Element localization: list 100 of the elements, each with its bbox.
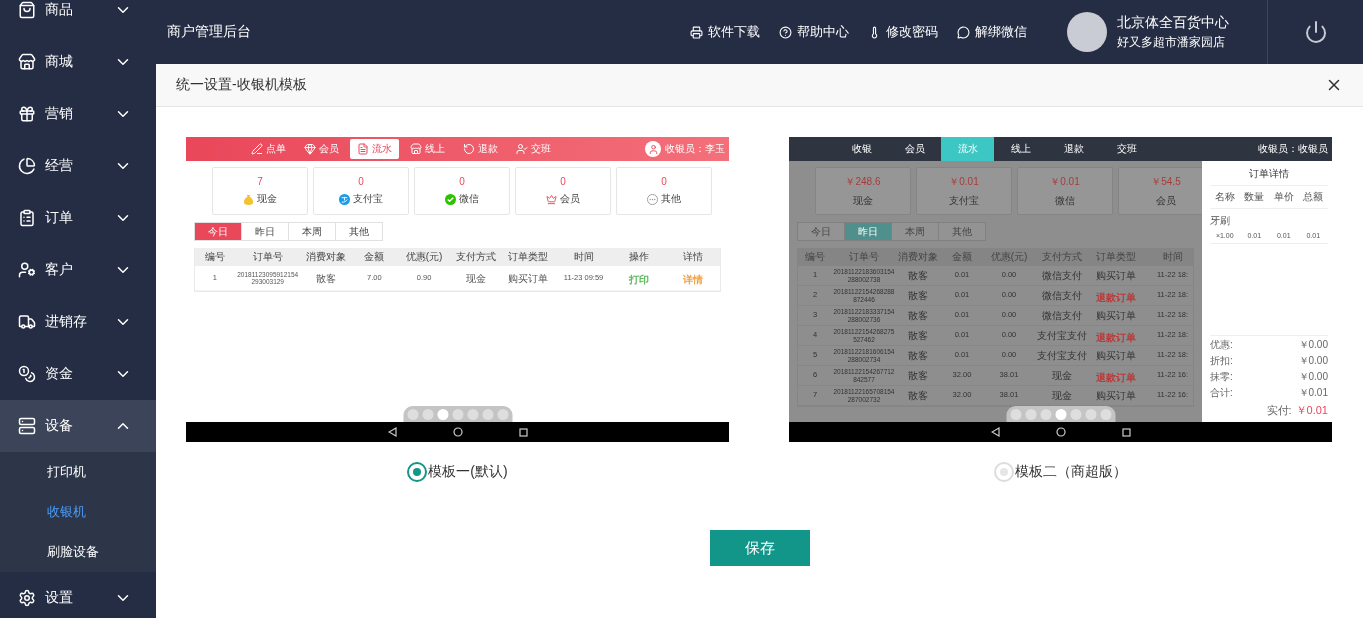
page-dot[interactable]	[482, 408, 493, 420]
column-header: 单价	[1272, 190, 1295, 204]
preview-nav-tab[interactable]: 会员	[888, 137, 941, 161]
total-label: 抹零:	[1210, 370, 1233, 384]
total-value: ￥0.00	[1298, 354, 1328, 368]
merchant-name: 北京体全百货中心	[1117, 13, 1229, 32]
preview-nav-tab[interactable]: 交班	[1100, 137, 1153, 161]
page-dot[interactable]	[452, 408, 463, 420]
table-cell: 退款订单	[1096, 331, 1136, 343]
table-cell-text: 微信支付	[1041, 310, 1083, 321]
table-cell-text: 购买订单	[506, 272, 549, 284]
template-radio[interactable]: 模板一(默认)	[407, 462, 508, 482]
payment-circle-icon	[339, 193, 350, 205]
page-dot[interactable]	[407, 408, 418, 420]
header-link[interactable]: 帮助中心	[779, 23, 849, 41]
page-dot[interactable]	[497, 408, 508, 420]
cashier-label: 收银员：收银员	[1258, 142, 1328, 156]
page-dot[interactable]	[1040, 408, 1051, 420]
total-value: ￥0.01	[1298, 386, 1328, 400]
submenu-item[interactable]: 收银机	[0, 492, 156, 532]
date-filter-tab[interactable]: 昨日	[844, 222, 892, 241]
sidebar-item[interactable]: 营销	[0, 88, 156, 140]
check-circle-icon	[445, 193, 456, 205]
page-dot[interactable]	[437, 408, 448, 420]
submenu-item[interactable]: 刷脸设备	[0, 532, 156, 572]
sidebar-item[interactable]: 经营	[0, 140, 156, 192]
stat-label: 支付宝	[949, 193, 979, 208]
column-header: 优惠(元)	[404, 250, 444, 264]
store-icon	[410, 143, 422, 155]
back-icon[interactable]	[990, 427, 1000, 437]
page-dot[interactable]	[422, 408, 433, 420]
page-dot[interactable]	[1070, 408, 1081, 420]
stat-label: 现金	[853, 193, 873, 208]
submenu-item[interactable]: 打印机	[0, 452, 156, 492]
table-cell-text: 散客	[907, 270, 929, 281]
table-cell-text: 散客	[907, 390, 929, 401]
date-filter-tab[interactable]: 昨日	[241, 222, 289, 241]
ellipsis-icon	[647, 193, 658, 205]
page-dot[interactable]	[1100, 408, 1111, 420]
power-button[interactable]	[1303, 20, 1328, 44]
preview-nav-tab[interactable]: 收银	[835, 137, 888, 161]
home-icon[interactable]	[1055, 427, 1066, 437]
table-cell-text: 购买订单	[1095, 270, 1137, 281]
table-cell-text: 支付宝支付	[1036, 330, 1088, 341]
sidebar-item[interactable]: 进销存	[0, 296, 156, 348]
preview-nav-tab[interactable]: 会员	[297, 139, 346, 159]
help-icon	[779, 25, 792, 39]
sidebar-item[interactable]: 商品	[0, 0, 156, 36]
total-label: 合计:	[1210, 386, 1233, 400]
back-icon[interactable]	[387, 427, 397, 437]
table-cell-text: 支付宝支付	[1036, 350, 1088, 361]
app-title: 商户管理后台	[166, 23, 251, 41]
column-header: 优惠(元)	[989, 250, 1029, 264]
page-dot[interactable]	[1010, 408, 1021, 420]
dialog-title: 统一设置-收银机模板	[176, 76, 307, 94]
paid-value: ￥0.01	[1295, 403, 1328, 418]
preview-nav-tab[interactable]: 点单	[244, 139, 293, 159]
sidebar-item[interactable]: 设置	[0, 572, 156, 618]
table-cell-text: 现金	[1051, 390, 1073, 401]
table-cell-text: 现金	[1051, 370, 1073, 381]
panel-title: 订单详情	[1210, 161, 1328, 186]
stat-label: 其他	[661, 192, 681, 206]
date-filter-tab[interactable]: 本周	[288, 222, 336, 241]
sidebar-item[interactable]: 订单	[0, 192, 156, 244]
preview-nav-tab[interactable]: 流水	[350, 139, 399, 159]
preview-nav-tab[interactable]: 线上	[994, 137, 1047, 161]
date-filter-tab[interactable]: 其他	[335, 222, 383, 241]
header-link[interactable]: 软件下载	[690, 23, 760, 41]
column-header: 详情	[681, 250, 704, 264]
avatar-icon	[645, 141, 661, 157]
table-cell-text: 散客	[907, 370, 929, 381]
table-cell: 打印	[629, 274, 650, 285]
column-header: 编号	[203, 250, 226, 264]
crown-icon	[546, 193, 557, 205]
table-cell-text: 现金	[464, 272, 487, 284]
table-cell-text: 购买订单	[1095, 390, 1137, 401]
column-header: 消费对象	[304, 250, 347, 264]
sidebar-item[interactable]: 资金	[0, 348, 156, 400]
page-dot[interactable]	[1055, 408, 1066, 420]
template-radio[interactable]: 模板二（商超版）	[994, 462, 1127, 482]
column-header: 总额	[1302, 190, 1325, 204]
stat-value: 0	[560, 176, 566, 187]
home-icon[interactable]	[452, 427, 463, 437]
date-filter-tab[interactable]: 今日	[194, 222, 242, 241]
total-value: ￥0.00	[1298, 338, 1328, 352]
sidebar-item[interactable]: 商城	[0, 36, 156, 88]
header-link[interactable]: 修改密码	[868, 23, 938, 41]
square-icon[interactable]	[518, 427, 528, 437]
preview-nav-tab[interactable]: 退款	[1047, 137, 1100, 161]
save-button[interactable]: 保存	[709, 530, 810, 566]
page-dot[interactable]	[1085, 408, 1096, 420]
sidebar-item[interactable]: 设备	[0, 400, 156, 452]
header-link[interactable]: 解绑微信	[957, 23, 1027, 41]
sidebar-item[interactable]: 客户	[0, 244, 156, 296]
stat-label: 会员	[560, 192, 580, 206]
page-dot[interactable]	[1025, 408, 1036, 420]
page-dot[interactable]	[467, 408, 478, 420]
column-header: 订单类型	[506, 250, 549, 264]
avatar[interactable]	[1067, 12, 1107, 52]
square-icon[interactable]	[1121, 427, 1131, 437]
